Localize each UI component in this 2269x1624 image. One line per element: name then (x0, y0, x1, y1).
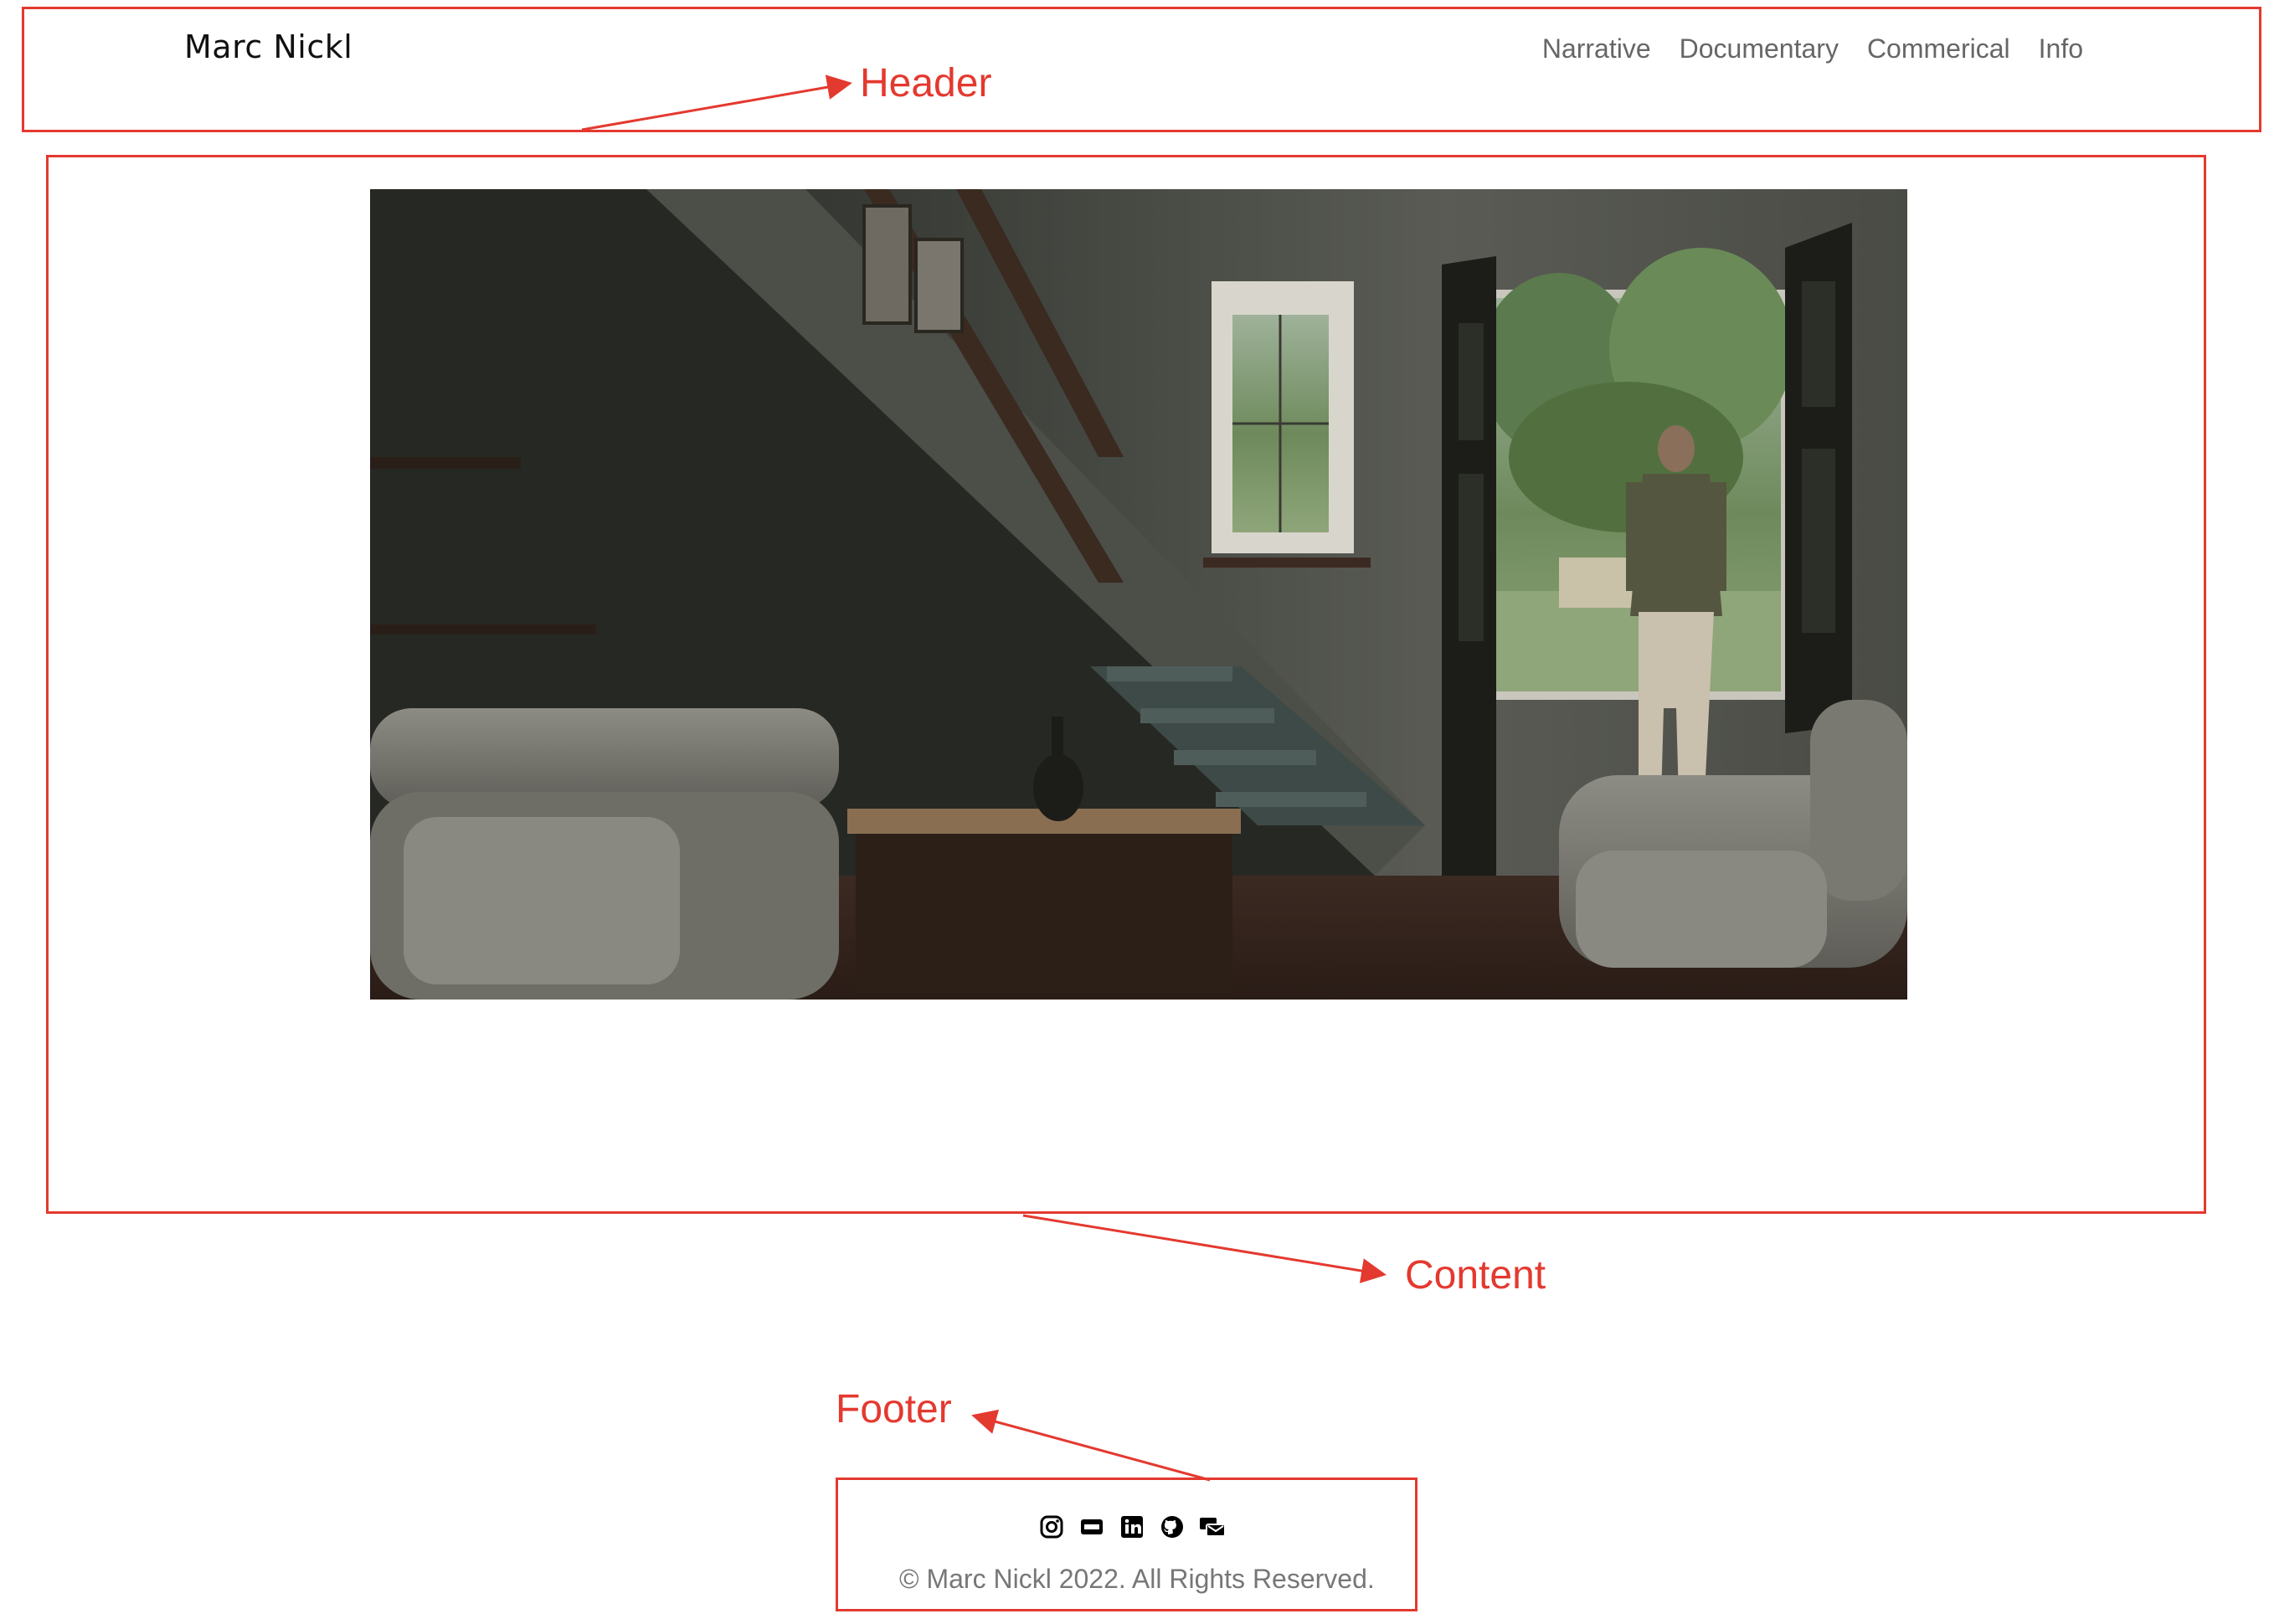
header-annotation-box (22, 7, 2261, 132)
footer-annotation-box (836, 1478, 1417, 1611)
page: Marc Nickl Narrative Documentary Commeri… (0, 0, 2269, 1624)
header-annotation-label: Header (860, 61, 992, 105)
content-annotation-label: Content (1405, 1253, 1546, 1298)
content-annotation-box (46, 155, 2206, 1214)
footer-annotation-label: Footer (836, 1387, 952, 1431)
